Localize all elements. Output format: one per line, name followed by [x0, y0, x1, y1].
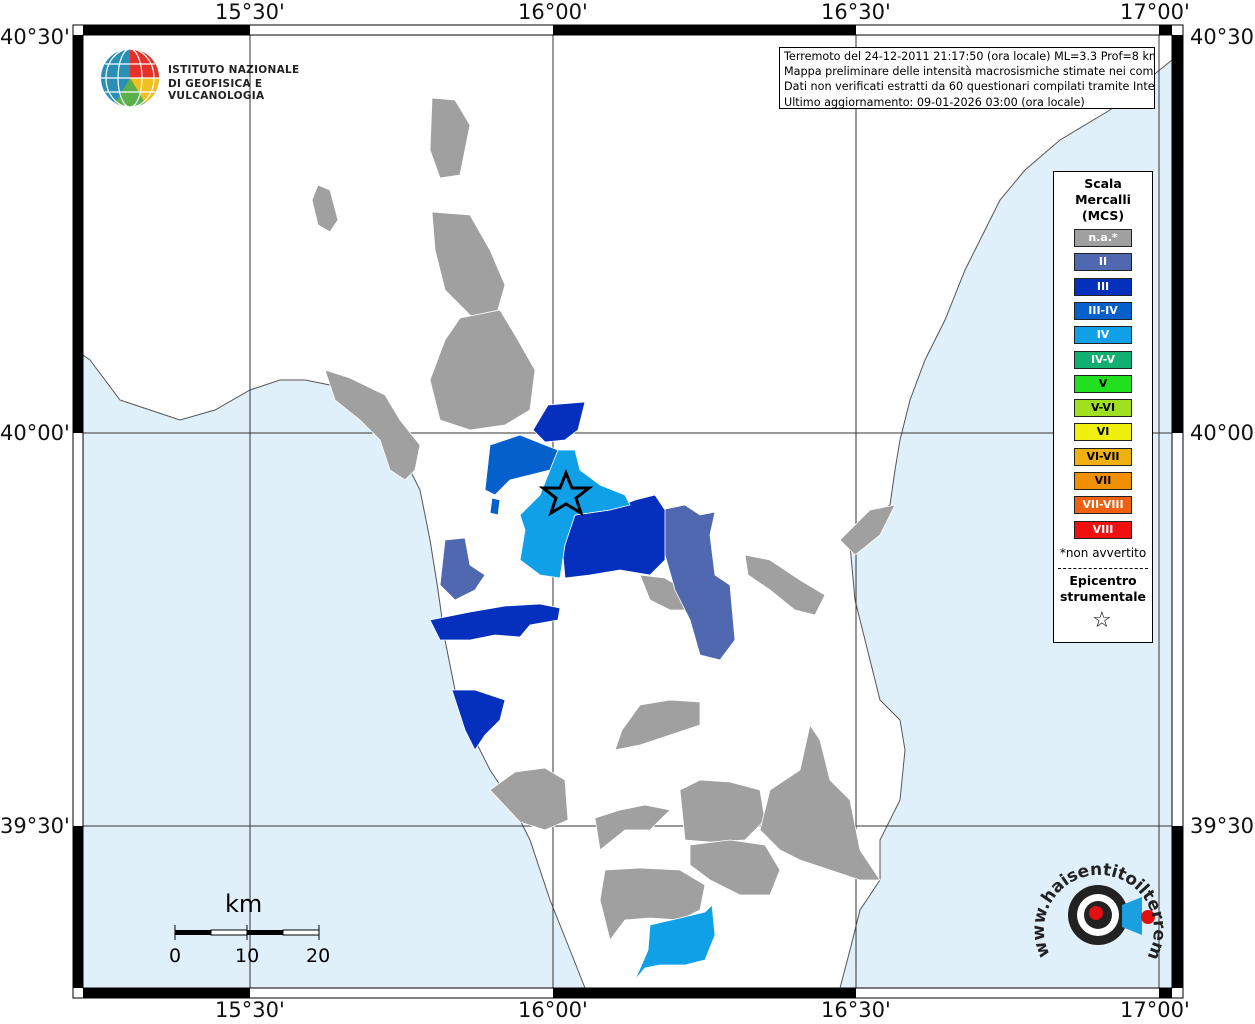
- lon-label-bottom: 16°00': [518, 998, 588, 1022]
- macroseismic-map: 15°30' 16°00' 16°30' 17°00' 15°30' 16°00…: [0, 0, 1255, 1024]
- event-info-box: Terremoto del 24-12-2011 21:17:50 (ora l…: [779, 47, 1155, 109]
- lat-label-left: 40°30': [0, 25, 70, 49]
- lat-label-right: 39°30': [1190, 814, 1255, 838]
- scale-tick: 0: [169, 945, 182, 967]
- legend-item: VI: [1074, 423, 1132, 442]
- legend-item: VII-VIII: [1074, 496, 1132, 515]
- lat-label-right: 40°00': [1190, 421, 1255, 445]
- info-line: Dati non verificati estratti da 60 quest…: [784, 80, 1155, 94]
- legend-item: IV-V: [1074, 350, 1132, 369]
- epicenter-star-icon: ☆: [1092, 608, 1112, 633]
- lon-label-bottom: 16°30': [821, 998, 891, 1022]
- legend-item: III-IV: [1074, 301, 1132, 320]
- lon-label-bottom: 15°30': [215, 998, 285, 1022]
- hai-sentito-logo: www.haisentitoilterremoto.it: [1024, 840, 1180, 985]
- legend-title-line: Mercalli: [1075, 192, 1131, 207]
- legend-item: VIII: [1074, 520, 1132, 539]
- hai-sentito-logo-graphic: www.haisentitoilterremoto.it: [1024, 840, 1169, 963]
- epicenter-legend: Epicentro strumentale: [1054, 573, 1152, 605]
- ingv-globe-icon: [101, 48, 160, 108]
- not-felt-note: *non avvertito: [1059, 546, 1147, 560]
- legend-title-line: (MCS): [1081, 208, 1125, 223]
- lon-label-top: 17°00': [1120, 0, 1190, 24]
- scale-unit: km: [225, 890, 263, 918]
- legend-title-line: Scala: [1084, 176, 1122, 191]
- epicenter-label-line: Epicentro: [1069, 573, 1137, 588]
- lat-label-left: 40°00': [0, 421, 70, 445]
- legend-item: III: [1074, 277, 1132, 296]
- lat-label-right: 40°30': [1190, 25, 1255, 49]
- intensity-legend: Scala Mercalli (MCS) n.a.* II III III-IV IV I…: [1053, 171, 1153, 643]
- lon-label-top: 16°00': [518, 0, 588, 24]
- info-line: Mappa preliminare delle intensità macros…: [784, 65, 1155, 79]
- legend-item: VII: [1074, 472, 1132, 490]
- logo-line2: DI GEOFISICA E VULCANOLOGIA: [168, 78, 265, 102]
- scale-bar: km 0 10 20: [165, 890, 345, 970]
- lat-label-left: 39°30': [0, 814, 70, 838]
- legend-item: n.a.*: [1074, 229, 1132, 247]
- scale-tick: 20: [306, 945, 331, 967]
- legend-divider: [1058, 568, 1148, 569]
- legend-item: V: [1074, 374, 1132, 393]
- legend-item: IV: [1074, 326, 1132, 345]
- ingv-logo: ISTITUTO NAZIONALE DI GEOFISICA E VULCAN…: [100, 48, 320, 108]
- epicenter-label-line: strumentale: [1059, 589, 1147, 604]
- lon-label-top: 16°30': [821, 0, 891, 24]
- logo-line1: ISTITUTO NAZIONALE: [168, 64, 300, 76]
- info-line: Terremoto del 24-12-2011 21:17:50 (ora l…: [784, 50, 1155, 63]
- legend-item: II: [1074, 253, 1132, 272]
- scale-tick: 10: [235, 945, 260, 967]
- lon-label-top: 15°30': [215, 0, 285, 24]
- info-line: Ultimo aggiornamento: 09-01-2026 03:00 (…: [784, 95, 1085, 109]
- legend-item: VI-VII: [1074, 447, 1132, 466]
- legend-item: V-VI: [1074, 399, 1132, 418]
- legend-title: Scala Mercalli (MCS): [1054, 176, 1152, 224]
- lon-label-bottom: 17°00': [1120, 998, 1190, 1022]
